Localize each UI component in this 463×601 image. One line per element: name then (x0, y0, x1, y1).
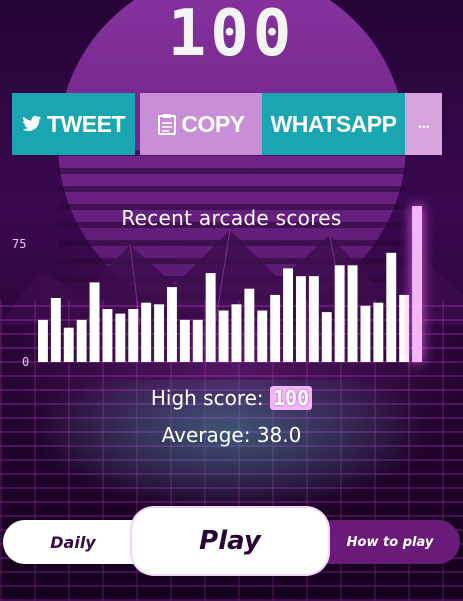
chart-bar (373, 302, 384, 362)
chart-bar (89, 282, 100, 362)
high-score-label: High score: (150, 386, 264, 410)
chart-bar (76, 319, 87, 362)
chart-bar (50, 298, 61, 362)
bottom-nav: Daily Play How to play (0, 508, 463, 574)
daily-button[interactable]: Daily (3, 520, 143, 564)
copy-label: COPY (181, 110, 245, 137)
tweet-label: TWEET (47, 110, 126, 137)
whatsapp-button[interactable]: WHATSAPP (262, 93, 405, 155)
whatsapp-label: WHATSAPP (270, 110, 397, 137)
chart-bar (115, 313, 126, 362)
play-button[interactable]: Play (132, 508, 328, 574)
twitter-bird-icon (22, 115, 42, 133)
chart-bar (321, 312, 332, 362)
chart-bar (283, 268, 293, 362)
chart-bar (179, 319, 190, 362)
share-buttons: TWEET COPY WHATSAPP ... (12, 93, 450, 155)
chart-bar (128, 309, 139, 362)
chart-bar (167, 287, 177, 362)
recent-scores-chart: 75 0 (12, 206, 422, 369)
high-score-value: 100 (270, 386, 313, 410)
tweet-button[interactable]: TWEET (12, 93, 135, 155)
y-tick-label-75: 75 (12, 237, 26, 251)
chart-bar (386, 252, 397, 362)
chart-bar (63, 327, 74, 362)
chart-bar (257, 310, 268, 362)
chart-bar (205, 273, 216, 362)
chart-bar (399, 294, 410, 362)
score-display: 100 (167, 0, 296, 71)
chart-bar (192, 319, 203, 362)
chart-bar (218, 310, 229, 362)
more-share-button[interactable]: ... (405, 93, 442, 155)
chart-bar-highlight (412, 206, 422, 362)
more-label: ... (417, 115, 430, 132)
chart-bar (154, 304, 164, 362)
chart-bar (270, 294, 281, 362)
how-to-play-button[interactable]: How to play (330, 520, 450, 564)
chart-bar (141, 302, 152, 362)
clipboard-icon (158, 113, 177, 135)
chart-bar (38, 319, 48, 362)
high-score-line: High score: 100 (0, 386, 463, 410)
chart-bars (38, 206, 422, 362)
y-tick-label-0: 0 (22, 355, 29, 369)
chart-bar (308, 276, 319, 362)
chart-bar (231, 304, 242, 362)
copy-button[interactable]: COPY (140, 93, 263, 155)
chart-bar (244, 288, 255, 362)
game-screen: 100 TWEET COPY WHATSAPP ... Recent arcad… (0, 0, 463, 601)
chart-bar (360, 305, 371, 362)
chart-bar (296, 276, 306, 362)
average-score: Average: 38.0 (161, 423, 302, 447)
chart-bar (102, 309, 113, 362)
chart-bar (347, 265, 358, 362)
chart-bar (334, 265, 345, 362)
